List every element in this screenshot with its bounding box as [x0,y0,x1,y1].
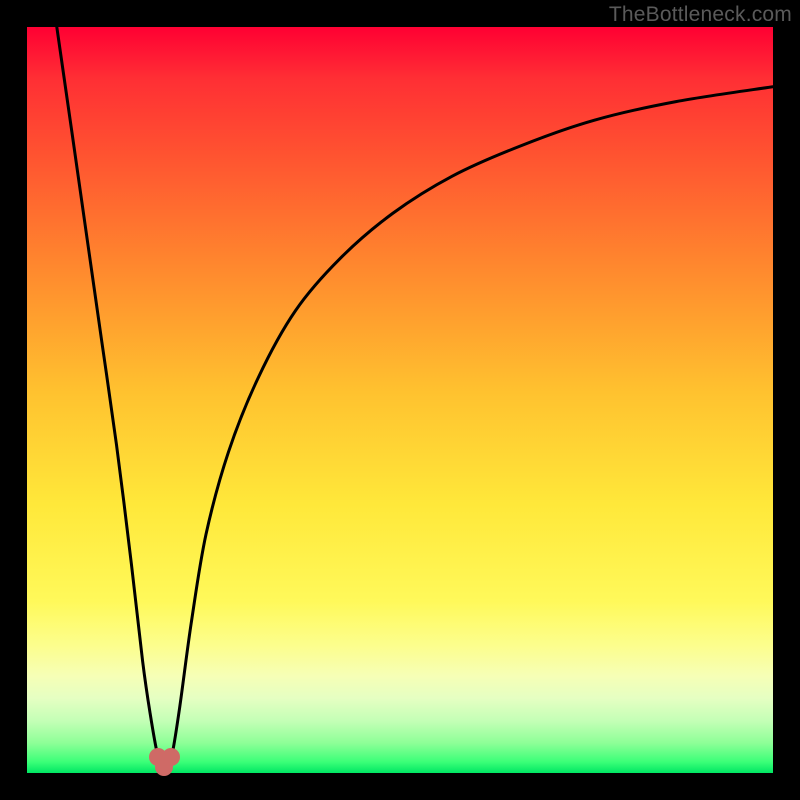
bottleneck-curve [27,27,773,773]
chart-frame: TheBottleneck.com [0,0,800,800]
watermark-text: TheBottleneck.com [609,3,792,27]
chart-plot-area [27,27,773,773]
curve-marker [155,758,173,776]
